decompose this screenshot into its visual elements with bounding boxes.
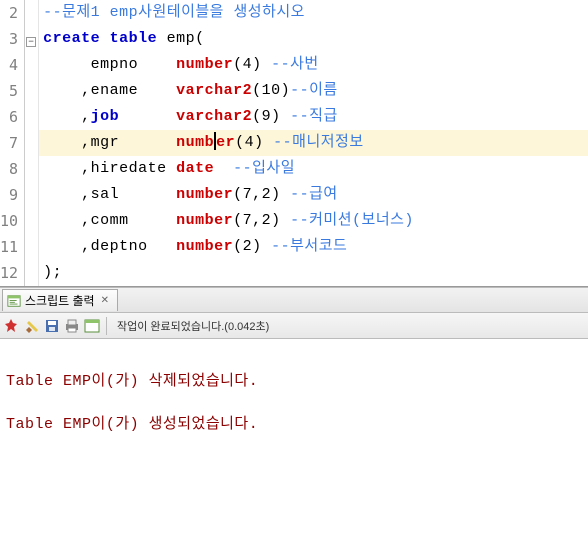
fold-slot: [25, 78, 38, 104]
token-dtype: numb: [176, 134, 214, 151]
token-comment: --직급: [290, 108, 338, 125]
line-gutter: 23456789101112: [0, 0, 25, 286]
token-ident: ,sal: [43, 186, 176, 203]
fold-slot: [25, 156, 38, 182]
fold-slot: [25, 208, 38, 234]
token-punct: (7,2): [233, 212, 290, 229]
token-comment: --문제1 emp사원테이블을 생성하시오: [43, 4, 305, 21]
token-ident: [100, 30, 110, 47]
save-icon[interactable]: [44, 318, 60, 334]
fold-slot: −: [25, 26, 38, 52]
token-punct: (4): [233, 56, 271, 73]
output-line: Table EMP이(가) 삭제되었습니다.: [6, 369, 582, 390]
sql-icon[interactable]: [84, 318, 100, 334]
line-number: 4: [0, 52, 24, 78]
token-ident: ,ename: [43, 82, 176, 99]
token-ident: );: [43, 264, 62, 281]
token-punct: (7,2): [233, 186, 290, 203]
code-line[interactable]: empno number(4) --사번: [39, 52, 588, 78]
line-number: 11: [0, 234, 24, 260]
script-output-icon: [7, 294, 21, 308]
token-punct: (10): [252, 82, 290, 99]
output-toolbar: 작업이 완료되었습니다.(0.042초): [0, 313, 588, 339]
token-ident: empno: [43, 56, 176, 73]
token-comment: --커미션(보너스): [290, 212, 414, 229]
token-ident: ,: [43, 108, 91, 125]
token-dtype: varchar2: [176, 108, 252, 125]
output-line: Table EMP이(가) 생성되었습니다.: [6, 412, 582, 433]
token-comment: --입사일: [233, 160, 295, 177]
token-punct: (2): [233, 238, 271, 255]
tab-script-output[interactable]: 스크립트 출력 ✕: [2, 289, 118, 311]
tab-label: 스크립트 출력: [25, 292, 95, 309]
code-area[interactable]: --문제1 emp사원테이블을 생성하시오 create table emp( e…: [39, 0, 588, 286]
token-kw: create: [43, 30, 100, 47]
fold-slot: [25, 104, 38, 130]
line-number: 3: [0, 26, 24, 52]
token-ident: [214, 160, 233, 177]
token-dtype: er: [216, 134, 235, 151]
token-dtype: number: [176, 186, 233, 203]
code-line[interactable]: );: [39, 260, 588, 286]
fold-slot: [25, 260, 38, 286]
output-panel-tabbar: 스크립트 출력 ✕: [0, 287, 588, 313]
output-area: Table EMP이(가) 삭제되었습니다. Table EMP이(가) 생성되…: [0, 339, 588, 463]
code-line[interactable]: ,ename varchar2(10)--이름: [39, 78, 588, 104]
token-dtype: varchar2: [176, 82, 252, 99]
code-line[interactable]: ,job varchar2(9) --직급: [39, 104, 588, 130]
fold-column: −: [25, 0, 39, 286]
token-comment: --사번: [271, 56, 319, 73]
token-ident: ,hiredate: [43, 160, 176, 177]
code-line[interactable]: ,comm number(7,2) --커미션(보너스): [39, 208, 588, 234]
print-icon[interactable]: [64, 318, 80, 334]
pin-icon[interactable]: [4, 318, 20, 334]
fold-slot: [25, 234, 38, 260]
token-kw: job: [91, 108, 120, 125]
token-comment: --부서코드: [271, 238, 347, 255]
token-ident: ,mgr: [43, 134, 176, 151]
token-comment: --매니저정보: [273, 134, 364, 151]
code-line[interactable]: --문제1 emp사원테이블을 생성하시오: [39, 0, 588, 26]
token-dtype: number: [176, 212, 233, 229]
code-line[interactable]: ,deptno number(2) --부서코드: [39, 234, 588, 260]
fold-slot: [25, 52, 38, 78]
fold-slot: [25, 130, 38, 156]
code-line[interactable]: ,mgr number(4) --매니저정보: [39, 130, 588, 156]
line-number: 2: [0, 0, 24, 26]
line-number: 7: [0, 130, 24, 156]
fold-slot: [25, 182, 38, 208]
token-kw: table: [110, 30, 158, 47]
token-punct: (4): [235, 134, 273, 151]
clear-icon[interactable]: [24, 318, 40, 334]
token-dtype: number: [176, 56, 233, 73]
line-number: 6: [0, 104, 24, 130]
token-dtype: date: [176, 160, 214, 177]
fold-toggle-icon[interactable]: −: [26, 37, 36, 47]
token-ident: ,deptno: [43, 238, 176, 255]
line-number: 9: [0, 182, 24, 208]
code-line[interactable]: ,hiredate date --입사일: [39, 156, 588, 182]
token-ident: emp(: [157, 30, 205, 47]
code-line[interactable]: ,sal number(7,2) --급여: [39, 182, 588, 208]
code-editor[interactable]: 23456789101112 − --문제1 emp사원테이블을 생성하시오 cr…: [0, 0, 588, 287]
token-comment: --급여: [290, 186, 338, 203]
line-number: 10: [0, 208, 24, 234]
close-icon[interactable]: ✕: [99, 295, 111, 306]
line-number: 12: [0, 260, 24, 286]
token-comment: --이름: [290, 82, 338, 99]
fold-slot: [25, 0, 38, 26]
token-punct: (9): [252, 108, 290, 125]
token-dtype: number: [176, 238, 233, 255]
separator: [106, 317, 107, 335]
line-number: 8: [0, 156, 24, 182]
line-number: 5: [0, 78, 24, 104]
token-ident: ,comm: [43, 212, 176, 229]
code-line[interactable]: create table emp(: [39, 26, 588, 52]
token-ident: [119, 108, 176, 125]
status-text: 작업이 완료되었습니다.(0.042초): [117, 318, 269, 334]
